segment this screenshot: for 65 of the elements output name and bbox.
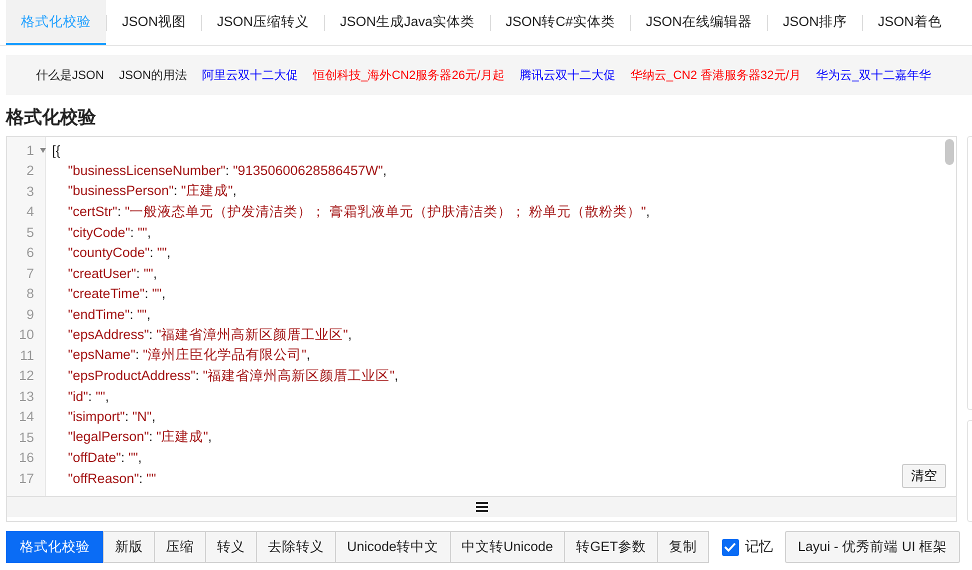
line-number: 2 — [25, 163, 34, 178]
line-number: 10 — [18, 327, 34, 342]
code-line: "offReason": "" — [67, 470, 156, 486]
link[interactable]: 恒创科技_海外CN2服务器26元/月起 — [313, 66, 504, 84]
code-line: "epsAddress": "福建省漳州高新区颜厝工业区", — [67, 326, 352, 344]
line-number: 16 — [18, 450, 34, 466]
code-line: "isimport": "N", — [67, 409, 156, 424]
line-number: 5 — [25, 224, 34, 240]
line-number: 4 — [25, 204, 34, 220]
clear-button[interactable]: 清空 — [902, 464, 946, 488]
action-button[interactable]: 转义 — [205, 531, 257, 563]
link[interactable]: 华纳云_CN2 香港服务器32元/月 — [630, 66, 802, 84]
tab[interactable]: JSON在线编辑器 — [630, 0, 767, 45]
code-line: "businessPerson": "庄建成", — [67, 182, 237, 200]
line-number: 13 — [18, 388, 34, 404]
line-number: 11 — [18, 348, 34, 363]
link[interactable]: 腾讯云双十二大促 — [519, 66, 616, 84]
scrollbar-thumb[interactable] — [945, 139, 954, 165]
line-number: 6 — [25, 245, 34, 260]
line-number: 1 — [25, 142, 34, 158]
link[interactable]: JSON的用法 — [119, 66, 188, 84]
framework-button[interactable]: Layui - 优秀前端 UI 框架 — [784, 531, 960, 563]
code-line: "epsProductAddress": "福建省漳州高新区颜厝工业区", — [67, 366, 398, 385]
code-line: "certStr": "一般液态单元（护发清洁类）； 膏霜乳液单元（护肤清洁类）； 粉单元（散粉类）", — [67, 202, 650, 221]
code-line: "id": "", — [67, 388, 109, 404]
line-number: 7 — [25, 266, 34, 281]
link[interactable]: 华为云_双十二嘉年华 — [816, 66, 931, 84]
line-number: 14 — [18, 409, 34, 424]
code-line: "offDate": "", — [67, 450, 142, 466]
action-button[interactable]: 格式化校验 — [6, 531, 104, 563]
code-line: "endTime": "", — [67, 306, 150, 322]
line-number: 12 — [18, 368, 34, 384]
link[interactable]: 阿里云双十二大促 — [202, 66, 298, 84]
tab[interactable]: JSON排序 — [768, 0, 862, 45]
code-line: "cityCode": "", — [67, 224, 151, 240]
action-button[interactable]: 压缩 — [154, 531, 206, 563]
code-line: "epsName": "漳州庄臣化学品有限公司", — [67, 346, 310, 364]
checkbox[interactable] — [722, 538, 739, 556]
tab[interactable]: JSON着色 — [862, 0, 957, 45]
checkbox-label: 记忆 — [744, 538, 773, 556]
code-line: "countyCode": "", — [67, 245, 171, 260]
code-line: "legalPerson": "庄建成", — [67, 428, 212, 446]
action-button[interactable]: 转GET参数 — [564, 531, 658, 563]
code-line: [{ — [52, 142, 60, 158]
line-number: 9 — [25, 306, 34, 322]
code-line: "businessLicenseNumber": "91350600628586457W", — [67, 163, 387, 178]
code-line: "creatUser": "", — [67, 266, 157, 281]
fold-icon[interactable] — [40, 148, 46, 153]
action-button[interactable]: 中文转Unicode — [450, 531, 566, 563]
link[interactable]: 什么是JSON — [36, 66, 104, 84]
action-button[interactable]: 去除转义 — [256, 531, 336, 563]
action-button[interactable]: Unicode转中文 — [335, 531, 451, 563]
line-number: 3 — [25, 184, 34, 199]
tab[interactable]: JSON转C#实体类 — [490, 0, 630, 45]
line-number: 8 — [25, 286, 34, 302]
line-number: 15 — [18, 430, 34, 445]
action-button[interactable]: 复制 — [656, 531, 709, 563]
code-line: "createTime": "", — [67, 286, 166, 302]
tab[interactable]: JSON压缩转义 — [202, 0, 324, 45]
tab[interactable]: JSON视图 — [107, 0, 202, 45]
line-number: 17 — [18, 470, 34, 486]
section-heading: 格式化校验 — [6, 106, 97, 129]
action-button[interactable]: 新版 — [103, 531, 155, 563]
menu-icon[interactable] — [476, 502, 488, 512]
tab[interactable]: JSON生成Java实体类 — [325, 0, 490, 45]
